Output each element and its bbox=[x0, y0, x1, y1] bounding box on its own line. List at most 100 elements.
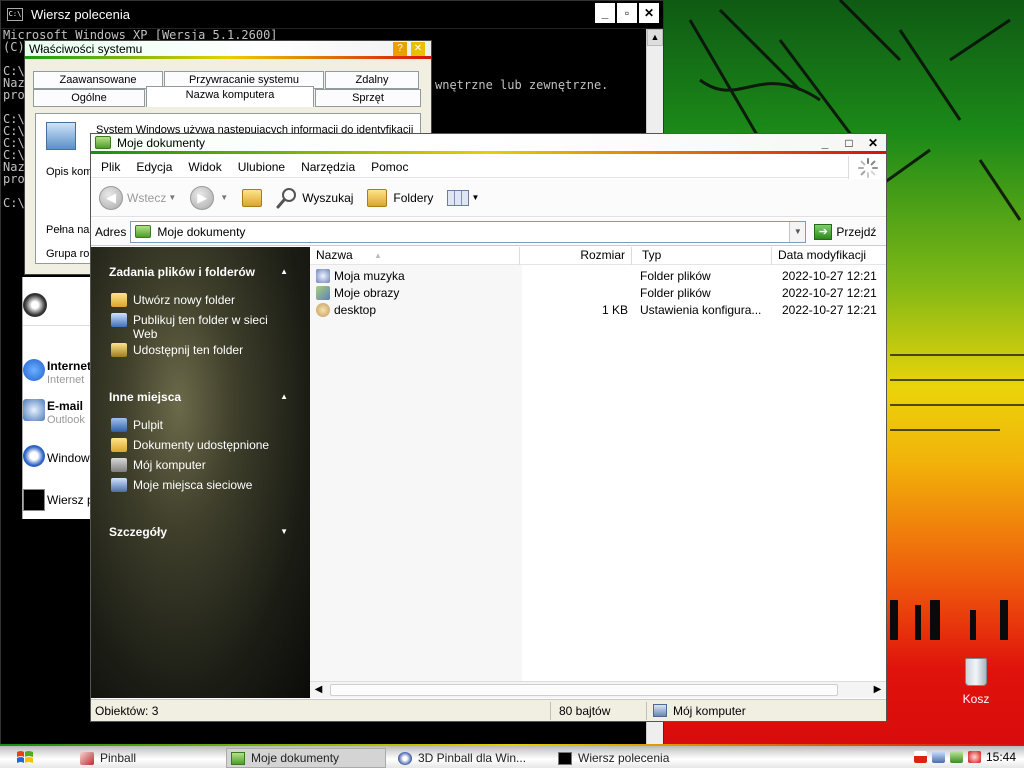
taskbar-item-3d-pinball[interactable]: 3D Pinball dla Win... bbox=[394, 748, 544, 768]
restore-button[interactable]: ▫ bbox=[617, 3, 637, 23]
go-button[interactable]: ➔ Przejdź bbox=[814, 223, 876, 240]
close-button[interactable]: ✕ bbox=[864, 135, 882, 151]
tab-general[interactable]: Ogólne bbox=[33, 89, 145, 107]
horizontal-scrollbar[interactable]: ◀ ▶ bbox=[310, 681, 886, 698]
computer-icon bbox=[46, 122, 76, 150]
folder-icon bbox=[95, 136, 111, 149]
menu-favorites[interactable]: Ulubione bbox=[230, 160, 293, 174]
chevron-down-icon[interactable]: ▼ bbox=[280, 527, 288, 536]
tab-remote[interactable]: Zdalny bbox=[325, 71, 419, 89]
menu-bar: Plik Edycja Widok Ulubione Narzędzia Pom… bbox=[91, 156, 886, 178]
explorer-window[interactable]: Moje dokumenty _ □ ✕ Plik Edycja Widok U… bbox=[90, 133, 887, 722]
other-places-header[interactable]: Inne miejsca bbox=[109, 390, 181, 404]
console-titlebar[interactable]: C:\ Wiersz polecenia _ ▫ ✕ bbox=[1, 1, 663, 29]
security-icon[interactable] bbox=[949, 751, 963, 763]
tab-computer-name[interactable]: Nazwa komputera bbox=[146, 86, 314, 107]
chevron-down-icon[interactable]: ▼ bbox=[471, 193, 479, 202]
task-publish-web[interactable]: Publikuj ten folder w sieci Web bbox=[111, 313, 301, 341]
close-icon[interactable]: ✕ bbox=[411, 42, 425, 56]
help-icon[interactable]: ? bbox=[393, 42, 407, 56]
chevron-up-icon[interactable]: ▲ bbox=[280, 392, 288, 401]
scroll-thumb[interactable] bbox=[330, 684, 838, 696]
place-my-computer[interactable]: Mój komputer bbox=[111, 458, 301, 472]
task-new-folder[interactable]: Utwórz nowy folder bbox=[111, 293, 301, 307]
menu-tools[interactable]: Narzędzia bbox=[293, 160, 363, 174]
pinball-icon bbox=[80, 751, 94, 765]
task-pane: Zadania plików i folderów ▲ Utwórz nowy … bbox=[91, 247, 310, 698]
column-date[interactable]: Data modyfikacji bbox=[772, 247, 884, 265]
menu-help[interactable]: Pomoc bbox=[363, 160, 416, 174]
column-type[interactable]: Typ bbox=[632, 247, 772, 265]
start-item-internet[interactable]: Internet Internet bbox=[23, 357, 95, 391]
folders-button[interactable]: Foldery bbox=[367, 188, 433, 207]
taskbar-item-pinball[interactable]: Pinball bbox=[76, 748, 216, 768]
scroll-up-arrow[interactable]: ▲ bbox=[647, 29, 663, 46]
chevron-up-icon[interactable]: ▲ bbox=[280, 267, 288, 276]
recycle-bin[interactable]: Kosz bbox=[952, 658, 1000, 706]
file-row[interactable]: Moja muzyka Folder plików 2022-10-27 12:… bbox=[310, 267, 886, 284]
start-item-cmd[interactable]: Wiersz p bbox=[23, 489, 95, 515]
views-button[interactable]: ▼ bbox=[447, 189, 479, 206]
place-shared-documents[interactable]: Dokumenty udostępnione bbox=[111, 438, 301, 452]
shared-documents-icon bbox=[111, 438, 127, 452]
clock[interactable]: 15:44 bbox=[986, 750, 1016, 764]
up-folder-button[interactable] bbox=[242, 188, 263, 207]
column-name[interactable]: Nazwa ▲ bbox=[310, 247, 520, 265]
user-picture-icon bbox=[23, 293, 47, 317]
recycle-bin-label: Kosz bbox=[962, 692, 990, 706]
menu-view[interactable]: Widok bbox=[180, 160, 229, 174]
recycle-bin-icon bbox=[965, 658, 987, 686]
chevron-down-icon[interactable]: ▼ bbox=[789, 221, 806, 242]
taskbar-item-command-prompt[interactable]: Wiersz polecenia bbox=[554, 748, 704, 768]
label-description: Opis kom bbox=[46, 166, 93, 178]
language-flag-icon[interactable] bbox=[913, 751, 927, 763]
taskbar-item-my-documents[interactable]: Moje dokumenty bbox=[226, 748, 386, 768]
minimize-button[interactable]: _ bbox=[816, 135, 834, 151]
column-size[interactable]: Rozmiar bbox=[520, 247, 632, 265]
details-header[interactable]: Szczegóły bbox=[109, 525, 167, 539]
shield-icon[interactable] bbox=[967, 751, 981, 763]
status-location: Mój komputer bbox=[647, 702, 746, 720]
close-button[interactable]: ✕ bbox=[639, 3, 659, 23]
chevron-down-icon[interactable]: ▼ bbox=[220, 193, 228, 202]
start-menu-fragment: Internet Internet E-mail Outlook Window … bbox=[22, 277, 95, 519]
file-row[interactable]: Moje obrazy Folder plików 2022-10-27 12:… bbox=[310, 284, 886, 301]
sysprops-title: Właściwości systemu bbox=[29, 41, 143, 56]
file-row[interactable]: desktop 1 KB Ustawienia konfigura... 202… bbox=[310, 301, 886, 318]
task-share-folder[interactable]: Udostępnij ten folder bbox=[111, 343, 301, 357]
maximize-button[interactable]: □ bbox=[840, 135, 858, 151]
address-input[interactable]: Moje dokumenty ▼ bbox=[130, 220, 807, 243]
folder-icon bbox=[231, 751, 245, 765]
scroll-right-arrow[interactable]: ▶ bbox=[869, 682, 886, 698]
status-bar: Obiektów: 3 80 bajtów Mój komputer bbox=[91, 699, 886, 721]
internet-explorer-icon bbox=[23, 359, 45, 381]
go-arrow-icon: ➔ bbox=[814, 223, 833, 240]
menu-file[interactable]: Plik bbox=[93, 160, 128, 174]
start-button[interactable] bbox=[14, 748, 36, 768]
start-item-email[interactable]: E-mail Outlook bbox=[23, 397, 95, 431]
tab-hardware[interactable]: Sprzęt bbox=[315, 89, 421, 107]
search-icon bbox=[276, 187, 297, 208]
desktop-icon bbox=[111, 418, 127, 432]
file-tasks-header[interactable]: Zadania plików i folderów bbox=[109, 265, 255, 279]
start-item-windows-media[interactable]: Window bbox=[23, 445, 95, 471]
explorer-titlebar[interactable]: Moje dokumenty _ □ ✕ bbox=[91, 134, 886, 154]
sysprops-titlebar[interactable]: Właściwości systemu ? ✕ bbox=[25, 41, 431, 59]
back-button[interactable]: ◀ Wstecz ▼ bbox=[99, 185, 176, 210]
place-network-places[interactable]: Moje miejsca sieciowe bbox=[111, 478, 301, 492]
minimize-button[interactable]: _ bbox=[595, 3, 615, 23]
forward-arrow-icon: ▶ bbox=[190, 185, 215, 210]
network-icon[interactable] bbox=[931, 751, 945, 763]
network-icon bbox=[111, 478, 127, 492]
file-list[interactable]: Nazwa ▲ Rozmiar Typ Data modyfikacji Moj… bbox=[310, 247, 886, 681]
place-desktop[interactable]: Pulpit bbox=[111, 418, 301, 432]
label-workgroup: Grupa ro bbox=[46, 248, 90, 260]
menu-edit[interactable]: Edycja bbox=[128, 160, 180, 174]
tab-advanced[interactable]: Zaawansowane bbox=[33, 71, 163, 89]
forward-button[interactable]: ▶ ▼ bbox=[190, 185, 228, 210]
console-fragment: wnętrzne lub zewnętrzne. bbox=[435, 78, 609, 92]
publish-web-icon bbox=[111, 313, 127, 327]
chevron-down-icon[interactable]: ▼ bbox=[168, 193, 176, 202]
scroll-left-arrow[interactable]: ◀ bbox=[310, 682, 327, 698]
search-button[interactable]: Wyszukaj bbox=[276, 187, 353, 209]
